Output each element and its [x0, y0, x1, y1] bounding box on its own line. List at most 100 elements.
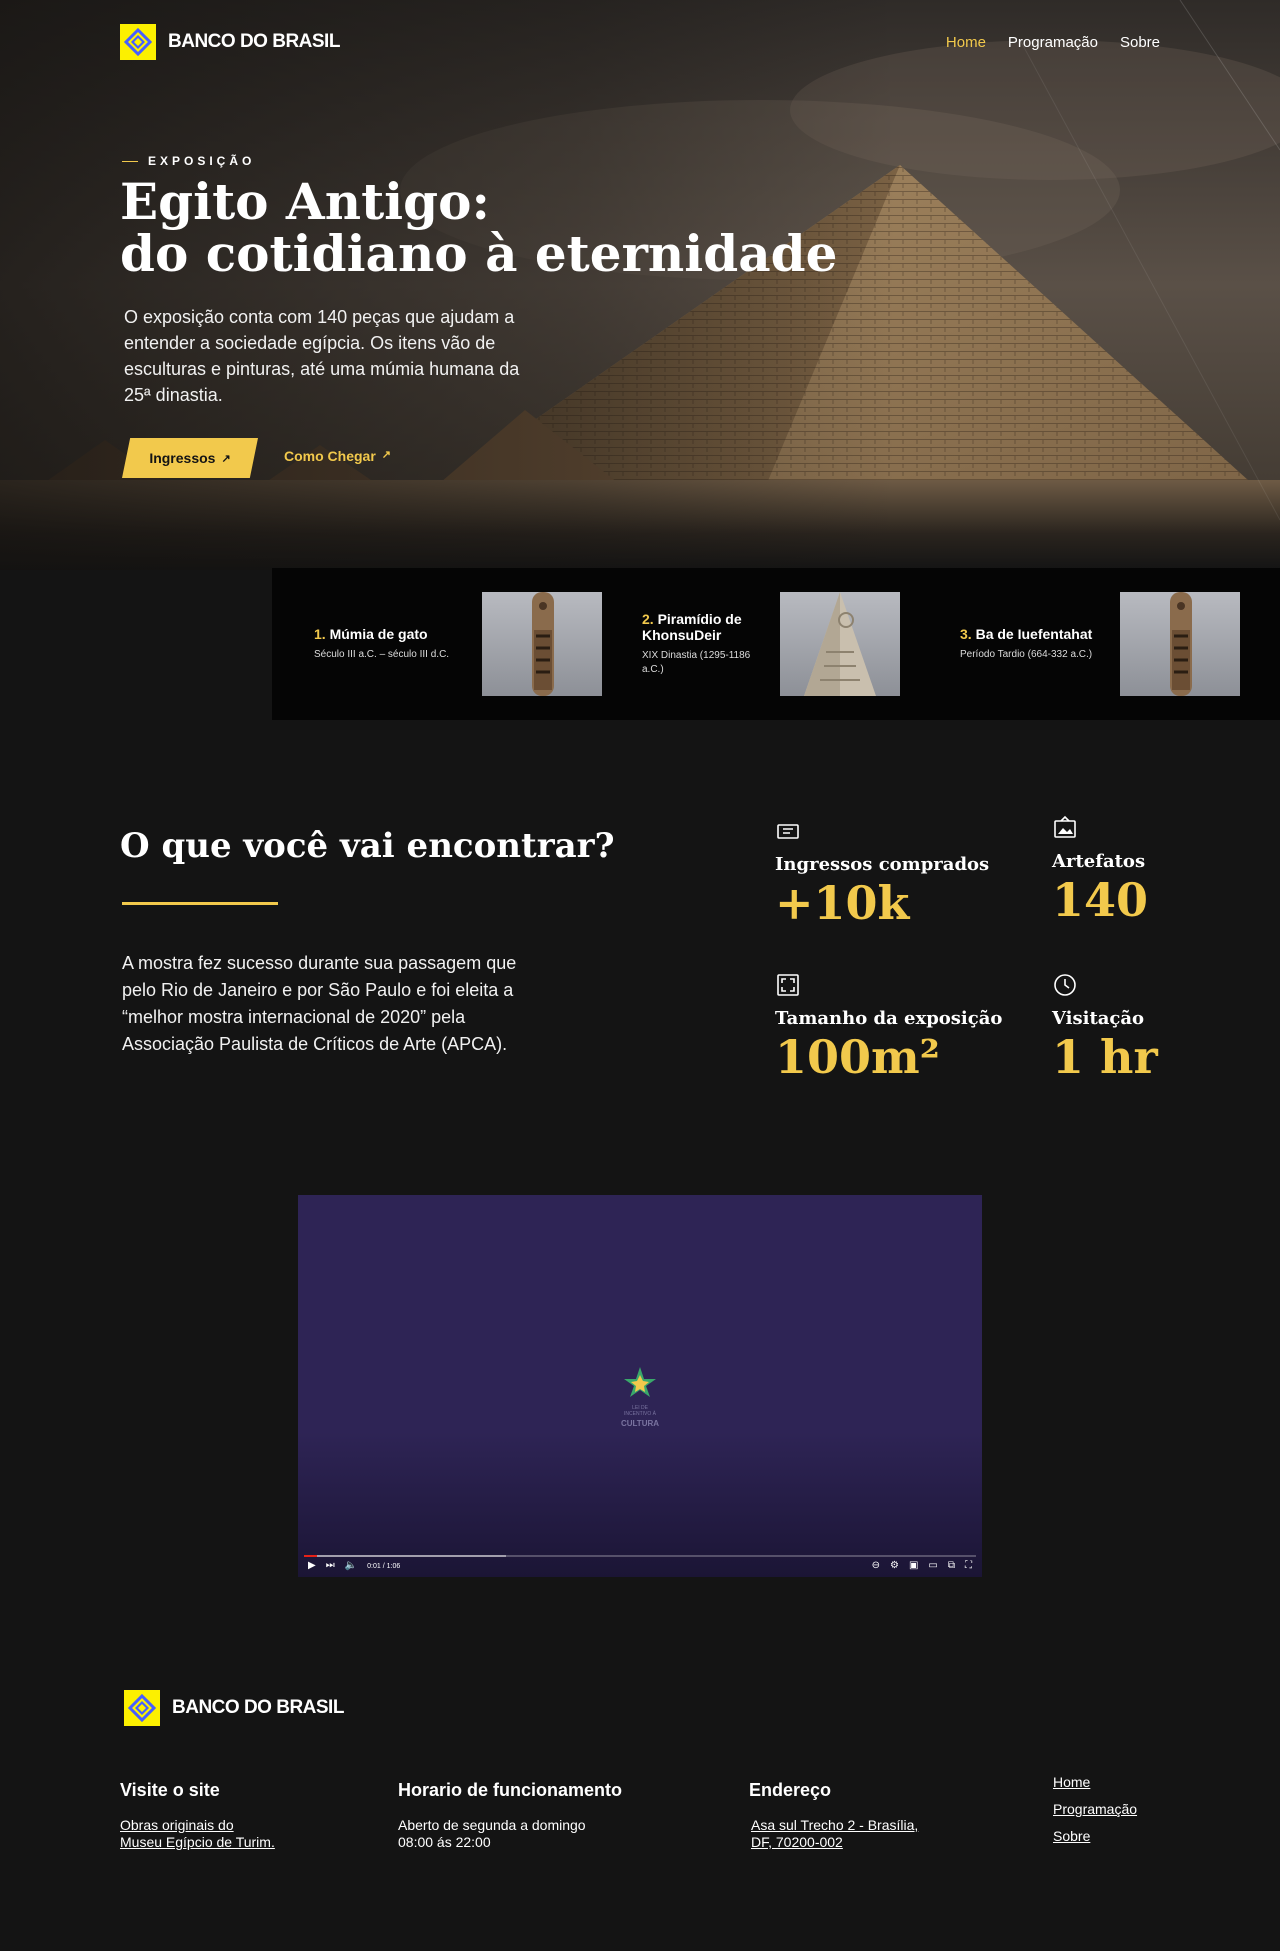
- artifact-card-name: Múmia de gato: [329, 626, 428, 642]
- next-icon[interactable]: ⏭: [326, 1561, 335, 1571]
- hero-title-line-1: Egito Antigo:: [120, 172, 490, 231]
- address-link[interactable]: Asa sul Trecho 2 - Brasília, DF, 70200-0…: [751, 1817, 918, 1851]
- eyebrow-label: EXPOSIÇÃO: [148, 154, 256, 168]
- address-line-1: Asa sul Trecho 2 - Brasília,: [751, 1817, 919, 1833]
- cat-mummy-image: [482, 592, 602, 696]
- cultura-logo: LEI DE INCENTIVO À CULTURA: [618, 1365, 662, 1428]
- artifact-card[interactable]: 1. Múmia de gato Século III a.C. – sécul…: [314, 592, 602, 696]
- settings-gear-icon[interactable]: ⚙: [890, 1561, 899, 1571]
- nav-programacao-link[interactable]: Programação: [1008, 34, 1098, 51]
- artifact-card-number: 2.: [642, 611, 654, 627]
- info-divider: [122, 902, 278, 905]
- expand-icon: [777, 974, 799, 996]
- artifact-card-number: 3.: [960, 626, 972, 642]
- ingressos-button-label: Ingressos: [149, 450, 216, 466]
- stat-value: 1 hr: [1052, 1030, 1158, 1084]
- eyebrow-line: [122, 160, 138, 162]
- artifact-card-name: Ba de Iuefentahat: [975, 626, 1093, 642]
- cultura-logo-text: CULTURA: [620, 1419, 660, 1428]
- footer-sobre-link[interactable]: Sobre: [1053, 1828, 1137, 1844]
- brand-logo[interactable]: BANCO DO BRASIL: [120, 24, 340, 60]
- play-icon[interactable]: ▶: [308, 1561, 316, 1571]
- miniplayer-icon[interactable]: ▣: [909, 1561, 918, 1571]
- top-navbar: BANCO DO BRASIL Home Programação Sobre: [120, 22, 1160, 62]
- info-text: A mostra fez sucesso durante sua passage…: [122, 953, 517, 1054]
- stat-value: +10k: [775, 876, 910, 930]
- arrow-up-right-icon: ↗: [381, 449, 392, 461]
- cultura-logo-small-text: LEI DE INCENTIVO À: [624, 1405, 656, 1417]
- autoplay-toggle-icon[interactable]: ⊖: [872, 1561, 880, 1571]
- stat-label: Visitação: [1052, 1008, 1145, 1029]
- artifact-card-name: Piramídio de KhonsuDeir: [642, 611, 742, 643]
- footer-brand-logo[interactable]: BANCO DO BRASIL: [124, 1690, 344, 1726]
- opening-days: Aberto de segunda a domingo: [398, 1817, 586, 1833]
- footer-programacao-link[interactable]: Programação: [1053, 1801, 1137, 1817]
- stat-tickets: Ingressos comprados +10k: [775, 818, 989, 931]
- footer-heading: Endereço: [749, 1780, 832, 1800]
- stat-label: Tamanho da exposição: [775, 1008, 1003, 1029]
- nav-home-link[interactable]: Home: [946, 34, 986, 51]
- fullscreen-icon[interactable]: ⛶: [965, 1561, 972, 1571]
- address-line-2: DF, 70200-002: [751, 1834, 843, 1850]
- bb-logo-icon: [120, 24, 156, 60]
- stat-label: Artefatos: [1052, 851, 1146, 872]
- footer-heading: Horario de funcionamento: [398, 1780, 623, 1800]
- hero-title-line-2: do cotidiano à eternidade: [120, 224, 838, 283]
- hero-title: Egito Antigo: do cotidiano à eternidade: [120, 176, 837, 280]
- museum-link-line-1: Obras originais do: [120, 1817, 234, 1833]
- artifact-card-text: 2. Piramídio de KhonsuDeir XIX Dinastia …: [642, 611, 772, 677]
- hero-eyebrow: EXPOSIÇÃO: [122, 154, 255, 168]
- pyramidion-image: [780, 592, 900, 696]
- artifact-card-period: Período Tardio (664-332 a.C.): [960, 649, 1093, 660]
- stat-label: Ingressos comprados: [775, 854, 990, 875]
- artifacts-strip: 1. Múmia de gato Século III a.C. – sécul…: [272, 568, 1280, 720]
- brand-name: BANCO DO BRASIL: [168, 31, 340, 52]
- ticket-icon: [777, 824, 799, 839]
- video-controls: ▶ ⏭ 🔈 0:01 / 1:06 ⊖ ⚙ ▣ ▭ ⧉ ⛶: [308, 1557, 972, 1575]
- footer-nav: Home Programação Sobre: [1053, 1774, 1137, 1844]
- footer-home-link[interactable]: Home: [1053, 1774, 1137, 1790]
- artifact-card-text: 1. Múmia de gato Século III a.C. – sécul…: [314, 626, 474, 662]
- hero-section: BANCO DO BRASIL Home Programação Sobre E…: [0, 0, 1280, 570]
- artifact-card-title: 3. Ba de Iuefentahat: [960, 626, 1120, 642]
- video-time: 0:01 / 1:06: [367, 1562, 401, 1570]
- como-chegar-link[interactable]: Como Chegar ↗: [284, 448, 391, 464]
- cast-icon[interactable]: ⧉: [948, 1561, 955, 1571]
- stat-value: 140: [1052, 873, 1149, 927]
- stat-visit-time: Visitação 1 hr: [1052, 972, 1158, 1085]
- stat-artifacts: Artefatos 140: [1052, 815, 1148, 928]
- video-player[interactable]: LEI DE INCENTIVO À CULTURA ▶ ⏭ 🔈 0:01 / …: [298, 1195, 982, 1577]
- footer-address-column: Endereço Asa sul Trecho 2 - Brasília, DF…: [749, 1780, 918, 1851]
- image-frame-icon: [1054, 815, 1076, 838]
- artifact-card[interactable]: 2. Piramídio de KhonsuDeir XIX Dinastia …: [642, 592, 900, 696]
- stat-value: 100m²: [775, 1030, 940, 1084]
- nav-sobre-link[interactable]: Sobre: [1120, 34, 1160, 51]
- artifact-card-number: 1.: [314, 626, 326, 642]
- artifact-card[interactable]: 3. Ba de Iuefentahat Período Tardio (664…: [960, 592, 1240, 696]
- artifact-card-period: XIX Dinastia (1295-1186 a.C.): [642, 650, 751, 675]
- artifact-card-period: Século III a.C. – século III d.C.: [314, 649, 450, 660]
- artifact-card-text: 3. Ba de Iuefentahat Período Tardio (664…: [960, 626, 1120, 662]
- arrow-up-right-icon: ↗: [221, 452, 231, 465]
- clock-icon: [1054, 974, 1076, 996]
- ba-statue-image: [1120, 592, 1240, 696]
- cultura-star-icon: [624, 1367, 656, 1397]
- stat-size: Tamanho da exposição 100m²: [775, 972, 1002, 1085]
- museum-link-line-2: Museu Egípcio de Turim.: [120, 1834, 275, 1850]
- opening-times: 08:00 ás 22:00: [398, 1834, 491, 1850]
- bb-logo-icon: [124, 1690, 160, 1726]
- volume-icon[interactable]: 🔈: [345, 1561, 357, 1571]
- footer-visit-column: Visite o site Obras originais do Museu E…: [120, 1780, 275, 1851]
- footer-heading: Visite o site: [120, 1780, 220, 1800]
- como-chegar-label: Como Chegar: [284, 448, 376, 464]
- theater-mode-icon[interactable]: ▭: [928, 1561, 937, 1571]
- artifact-card-title: 1. Múmia de gato: [314, 626, 474, 642]
- footer-hours-column: Horario de funcionamento Aberto de segun…: [398, 1780, 622, 1851]
- artifact-card-title: 2. Piramídio de KhonsuDeir: [642, 611, 772, 643]
- museum-link[interactable]: Obras originais do Museu Egípcio de Turi…: [120, 1817, 275, 1851]
- ingressos-button[interactable]: Ingressos ↗: [122, 438, 258, 478]
- hero-overlay: [0, 0, 1280, 570]
- hero-description: O exposição conta com 140 peças que ajud…: [124, 307, 520, 405]
- brand-name: BANCO DO BRASIL: [172, 1697, 344, 1718]
- info-title: O que você vai encontrar?: [120, 826, 615, 866]
